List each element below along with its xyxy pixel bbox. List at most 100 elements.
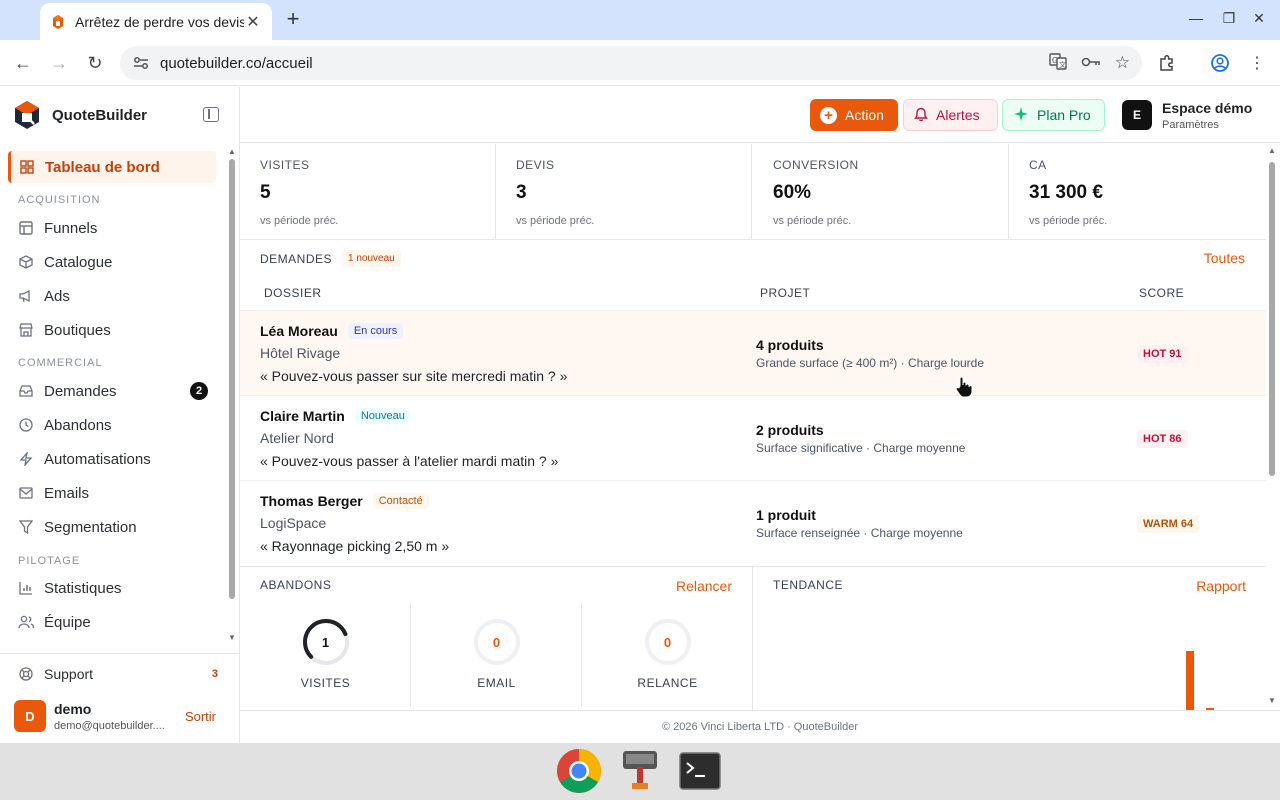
rapport-link[interactable]: Rapport [1196, 578, 1246, 594]
workspace-settings-link[interactable]: Paramètres [1162, 119, 1252, 131]
alerts-button[interactable]: Alertes [903, 99, 998, 131]
site-info-icon[interactable] [132, 54, 150, 72]
score-badge: HOT 86 [1137, 430, 1188, 448]
scroll-down-icon[interactable]: ▼ [1267, 696, 1277, 705]
new-tab-icon[interactable]: + [282, 8, 304, 30]
sidebar-item-automatisations[interactable]: Automatisations [18, 444, 210, 474]
column-header-projet[interactable]: PROJET [760, 286, 810, 300]
status-badge: Nouveau [354, 408, 411, 424]
window-close-icon[interactable]: ✕ [1250, 10, 1268, 27]
kpi-conversion: CONVERSION 60% vs période préc. [753, 144, 1009, 240]
layout-icon [18, 220, 34, 236]
app-tool-icon[interactable] [617, 748, 663, 794]
main-content: VISITES 5 vs période préc. DEVIS 3 vs pé… [240, 144, 1280, 710]
row-message: « Rayonnage picking 2,50 m » [260, 538, 450, 554]
column-header-dossier[interactable]: DOSSIER [264, 286, 322, 300]
password-key-icon[interactable] [1081, 55, 1101, 72]
sidebar: QuoteBuilder Tableau de bord ACQUISITION… [0, 87, 240, 743]
sparkle-icon [1013, 106, 1029, 125]
relancer-link[interactable]: Relancer [676, 578, 732, 594]
lifebuoy-icon [18, 666, 34, 682]
table-row[interactable]: Claire Martin Nouveau Atelier Nord « Pou… [240, 395, 1266, 480]
sidebar-item-boutiques[interactable]: Boutiques [18, 315, 210, 345]
tendance-title: TENDANCE [773, 578, 844, 592]
gauge-label: VISITES [300, 676, 351, 690]
scroll-up-icon[interactable]: ▲ [1267, 146, 1277, 155]
store-icon [18, 322, 34, 338]
support-count-badge: 3 [211, 668, 218, 680]
kpi-value: 60% [773, 182, 812, 203]
chrome-icon[interactable] [556, 748, 602, 794]
gauge-visites: 1 VISITES [240, 603, 411, 707]
sidebar-item-equipe[interactable]: Équipe [18, 607, 210, 637]
row-client-name: Thomas Berger Contacté [260, 493, 429, 509]
kpi-devis: DEVIS 3 vs période préc. [496, 144, 752, 240]
scroll-down-icon[interactable]: ▼ [228, 633, 236, 642]
demandes-title: DEMANDES [260, 251, 333, 266]
gauge-label: RELANCE [637, 676, 698, 690]
extensions-icon[interactable] [1156, 52, 1178, 74]
kpi-sub: vs période préc. [1029, 215, 1108, 227]
plan-button[interactable]: Plan Pro [1002, 99, 1105, 131]
profile-icon[interactable] [1209, 52, 1231, 74]
bar-chart-icon [18, 580, 34, 596]
terminal-icon[interactable] [677, 748, 723, 794]
reload-icon[interactable]: ↻ [83, 51, 107, 75]
tab-close-icon[interactable]: ✕ [244, 13, 262, 31]
column-header-score[interactable]: SCORE [1139, 286, 1184, 300]
workspace-switcher[interactable]: E Espace démo Paramètres [1122, 99, 1252, 131]
sidebar-item-label: Emails [44, 484, 90, 502]
sidebar-item-funnels[interactable]: Funnels [18, 213, 210, 243]
main-scrollbar[interactable]: ▲ ▼ [1267, 144, 1277, 710]
browser-menu-icon[interactable]: ⋮ [1246, 52, 1268, 74]
sidebar-item-emails[interactable]: Emails [18, 478, 210, 508]
bookmark-star-icon[interactable]: ☆ [1115, 53, 1130, 73]
kpi-ca: CA 31 300 € vs période préc. [1009, 144, 1265, 240]
trend-bar [1186, 651, 1194, 710]
sidebar-item-segmentation[interactable]: Segmentation [18, 512, 210, 542]
main-scroll-thumb[interactable] [1269, 162, 1275, 476]
brand[interactable]: QuoteBuilder [14, 99, 147, 131]
sidebar-scrollbar[interactable]: ▲ ▼ [228, 147, 236, 647]
restore-icon[interactable]: ❐ [1220, 10, 1238, 27]
action-button[interactable]: + Action [810, 99, 898, 131]
bell-icon [914, 106, 928, 124]
scroll-up-icon[interactable]: ▲ [228, 147, 236, 156]
app-topbar: + Action Alertes Plan Pro E Espace démo … [240, 87, 1280, 143]
translate-icon[interactable]: G文 [1049, 52, 1067, 74]
kpi-label: CONVERSION [773, 158, 859, 172]
kpi-value: 31 300 € [1029, 182, 1103, 203]
back-icon[interactable]: ← [11, 51, 35, 75]
sidebar-item-dashboard[interactable]: Tableau de bord [8, 151, 216, 183]
row-company: Hôtel Rivage [260, 345, 341, 361]
gauge-value: 0 [663, 635, 672, 650]
demandes-header: DEMANDES 1 nouveau [260, 250, 401, 267]
sidebar-item-catalogue[interactable]: Catalogue [18, 247, 210, 277]
signout-button[interactable]: Sortir [185, 709, 216, 724]
kpi-strip: VISITES 5 vs période préc. DEVIS 3 vs pé… [240, 144, 1266, 240]
sidebar-scroll-thumb[interactable] [229, 159, 235, 599]
browser-tab-strip: Arrêtez de perdre vos devis ✕ + — ❐ ✕ [0, 0, 1280, 40]
sidebar-item-ads[interactable]: Ads [18, 281, 210, 311]
kpi-sub: vs période préc. [260, 215, 339, 227]
sidebar-item-statistiques[interactable]: Statistiques [18, 573, 210, 603]
address-bar[interactable]: quotebuilder.co/accueil G文 ☆ [120, 46, 1142, 80]
forward-icon[interactable]: → [47, 51, 71, 75]
kpi-visites: VISITES 5 vs période préc. [240, 144, 496, 240]
sidebar-item-demandes[interactable]: Demandes 2 [18, 376, 210, 406]
table-row[interactable]: Thomas Berger Contacté LogiSpace « Rayon… [240, 480, 1266, 565]
abandons-panel: ABANDONS Relancer 1 VISITES 0 EMAIL 0 RE… [240, 567, 753, 710]
minimize-icon[interactable]: — [1187, 10, 1205, 26]
row-company: Atelier Nord [260, 430, 334, 446]
user-card[interactable]: D demo demo@quotebuilder.... Sortir [14, 698, 224, 734]
gauge-value: 0 [492, 635, 501, 650]
status-badge: En cours [347, 323, 404, 339]
table-row[interactable]: Léa Moreau En cours Hôtel Rivage « Pouve… [240, 310, 1266, 395]
collapse-sidebar-icon[interactable] [203, 107, 219, 122]
sidebar-item-label: Automatisations [44, 450, 151, 468]
sidebar-item-abandons[interactable]: Abandons [18, 410, 210, 440]
gauge-relance: 0 RELANCE [582, 603, 753, 707]
see-all-link[interactable]: Toutes [1204, 250, 1245, 266]
browser-tab[interactable]: Arrêtez de perdre vos devis ✕ [40, 3, 272, 40]
support-link[interactable]: Support 3 [18, 663, 218, 685]
